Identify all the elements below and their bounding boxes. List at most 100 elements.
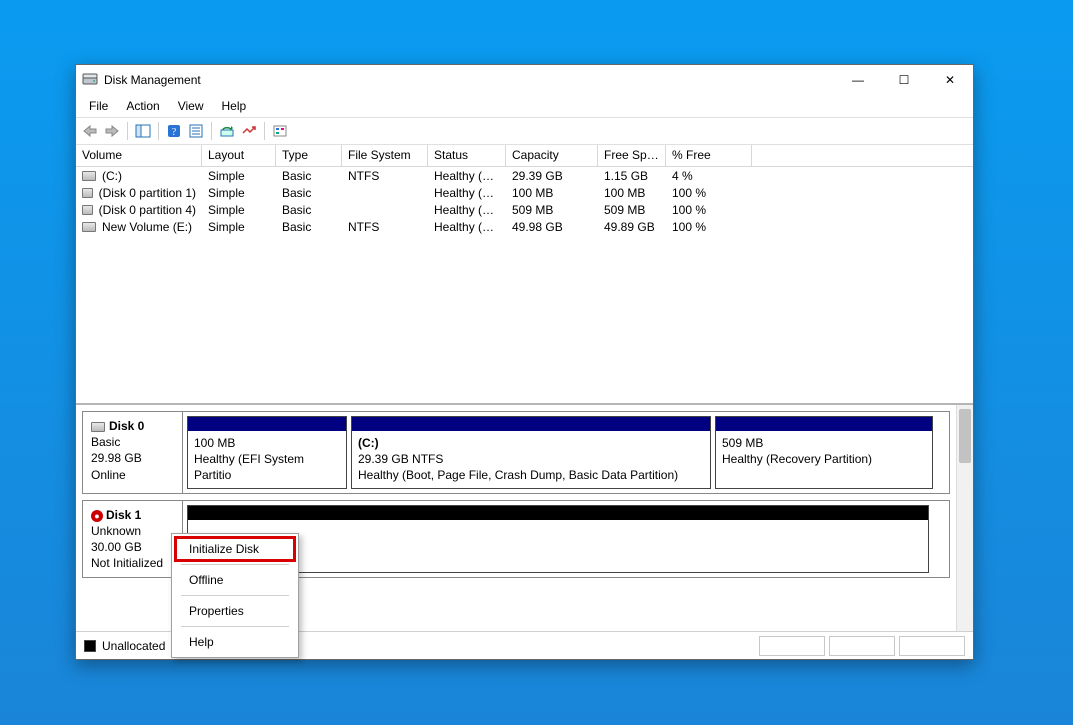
disk-size: 30.00 GB: [91, 539, 174, 555]
cell-name: (C:): [76, 169, 202, 183]
cell-status: Healthy (R...: [428, 203, 506, 217]
cell-name: (Disk 0 partition 4): [76, 203, 202, 217]
partition-size: 29.39 GB NTFS: [358, 451, 704, 467]
cell-fs: NTFS: [342, 169, 428, 183]
svg-text:?: ?: [172, 127, 177, 138]
disk-info[interactable]: Disk 0Basic29.98 GBOnline: [83, 412, 183, 493]
more-icon[interactable]: [270, 121, 290, 141]
disk-state: Online: [91, 467, 174, 483]
col-type[interactable]: Type: [276, 145, 342, 166]
disk-state: Not Initialized: [91, 555, 174, 571]
cell-status: Healthy (E...: [428, 186, 506, 200]
toolbar: ?: [76, 117, 973, 145]
cell-pct: 100 %: [666, 220, 752, 234]
cell-type: Basic: [276, 220, 342, 234]
back-arrow-icon[interactable]: [80, 121, 100, 141]
cell-layout: Simple: [202, 220, 276, 234]
drive-icon: [91, 422, 105, 432]
cell-name: New Volume (E:): [76, 220, 202, 234]
col-layout[interactable]: Layout: [202, 145, 276, 166]
volume-list[interactable]: (C:)SimpleBasicNTFSHealthy (B...29.39 GB…: [76, 167, 973, 403]
disk-size: 29.98 GB: [91, 450, 174, 466]
partition-size: 509 MB: [722, 435, 926, 451]
partition-title: (C:): [358, 435, 704, 451]
cell-name: (Disk 0 partition 1): [76, 186, 202, 200]
ctx-offline[interactable]: Offline: [175, 568, 295, 592]
table-row[interactable]: (Disk 0 partition 4)SimpleBasic Healthy (…: [76, 201, 973, 218]
status-cell: [759, 636, 825, 656]
col-volume[interactable]: Volume: [76, 145, 202, 166]
cell-type: Basic: [276, 169, 342, 183]
vertical-scrollbar[interactable]: [956, 405, 973, 631]
forward-arrow-icon[interactable]: [102, 121, 122, 141]
disk-row: Disk 0Basic29.98 GBOnline100 MBHealthy (…: [82, 411, 950, 494]
table-row[interactable]: (C:)SimpleBasicNTFSHealthy (B...29.39 GB…: [76, 167, 973, 184]
partition-body: 509 MBHealthy (Recovery Partition): [716, 431, 932, 488]
refresh-icon[interactable]: [217, 121, 237, 141]
cell-free: 1.15 GB: [598, 169, 666, 183]
partition-stripe: [188, 506, 928, 520]
toolbar-separator: [211, 122, 212, 140]
table-row[interactable]: New Volume (E:)SimpleBasicNTFSHealthy (B…: [76, 218, 973, 235]
status-cell: [829, 636, 895, 656]
scrollbar-thumb[interactable]: [959, 409, 971, 463]
partition-stripe: [188, 417, 346, 431]
menu-file[interactable]: File: [80, 97, 117, 115]
ctx-help[interactable]: Help: [175, 630, 295, 654]
partition-body: 100 MBHealthy (EFI System Partitio: [188, 431, 346, 488]
drive-icon: [82, 188, 93, 198]
drive-icon: [82, 205, 93, 215]
menu-help[interactable]: Help: [213, 97, 256, 115]
cell-pct: 100 %: [666, 186, 752, 200]
disk-management-window: Disk Management — ☐ ✕ File Action View H…: [75, 64, 974, 660]
partition[interactable]: 509 MBHealthy (Recovery Partition): [715, 416, 933, 489]
disk-pane: Disk 0Basic29.98 GBOnline100 MBHealthy (…: [76, 403, 973, 631]
properties-icon[interactable]: [186, 121, 206, 141]
cell-status: Healthy (B...: [428, 220, 506, 234]
ctx-separator: [181, 564, 289, 565]
minimize-button[interactable]: —: [835, 65, 881, 95]
show-hide-tree-icon[interactable]: [133, 121, 153, 141]
cell-type: Basic: [276, 203, 342, 217]
partition-status: Healthy (Boot, Page File, Crash Dump, Ba…: [358, 467, 704, 483]
disk-partitions: 100 MBHealthy (EFI System Partitio(C:)29…: [183, 412, 949, 493]
ctx-initialize-disk[interactable]: Initialize Disk: [175, 537, 295, 561]
cell-layout: Simple: [202, 203, 276, 217]
maximize-button[interactable]: ☐: [881, 65, 927, 95]
col-spacer: [752, 145, 973, 166]
ctx-properties[interactable]: Properties: [175, 599, 295, 623]
titlebar[interactable]: Disk Management — ☐ ✕: [76, 65, 973, 95]
help-icon[interactable]: ?: [164, 121, 184, 141]
error-icon: ●: [91, 510, 103, 522]
cell-free: 49.89 GB: [598, 220, 666, 234]
col-status[interactable]: Status: [428, 145, 506, 166]
close-button[interactable]: ✕: [927, 65, 973, 95]
cell-status: Healthy (B...: [428, 169, 506, 183]
col-free[interactable]: Free Spa...: [598, 145, 666, 166]
disk-type: Basic: [91, 434, 174, 450]
toolbar-separator: [264, 122, 265, 140]
settings-icon[interactable]: [239, 121, 259, 141]
menubar: File Action View Help: [76, 95, 973, 117]
drive-icon: [82, 171, 96, 181]
context-menu: Initialize Disk Offline Properties Help: [171, 533, 299, 658]
col-pct[interactable]: % Free: [666, 145, 752, 166]
cell-free: 100 MB: [598, 186, 666, 200]
table-row[interactable]: (Disk 0 partition 1)SimpleBasicHealthy (…: [76, 184, 973, 201]
ctx-separator: [181, 626, 289, 627]
cell-capacity: 509 MB: [506, 203, 598, 217]
col-fs[interactable]: File System: [342, 145, 428, 166]
menu-action[interactable]: Action: [117, 97, 168, 115]
partition-size: 100 MB: [194, 435, 340, 451]
disk-info[interactable]: ●Disk 1Unknown30.00 GBNot Initialized: [83, 501, 183, 578]
partition[interactable]: (C:)29.39 GB NTFSHealthy (Boot, Page Fil…: [351, 416, 711, 489]
col-capacity[interactable]: Capacity: [506, 145, 598, 166]
window-title: Disk Management: [104, 73, 201, 87]
ctx-separator: [181, 595, 289, 596]
cell-layout: Simple: [202, 169, 276, 183]
cell-fs: NTFS: [342, 220, 428, 234]
cell-pct: 100 %: [666, 203, 752, 217]
cell-capacity: 49.98 GB: [506, 220, 598, 234]
menu-view[interactable]: View: [169, 97, 213, 115]
partition[interactable]: 100 MBHealthy (EFI System Partitio: [187, 416, 347, 489]
